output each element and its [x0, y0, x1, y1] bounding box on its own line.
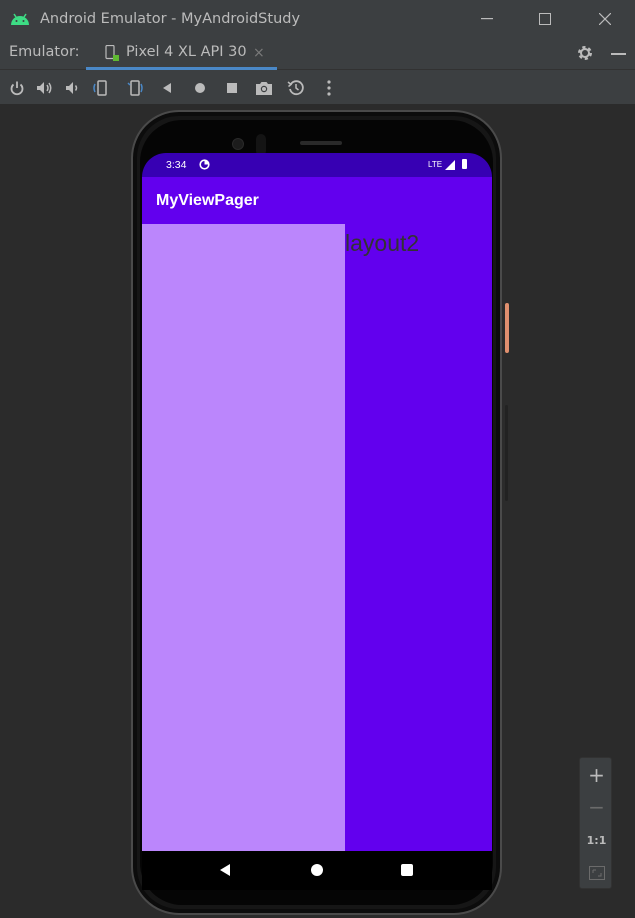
power-icon: [10, 81, 24, 96]
status-bar: 3:34 LTE: [142, 153, 492, 177]
android-icon: [11, 13, 29, 25]
status-network: LTE: [428, 160, 443, 169]
screenshot-icon: [256, 82, 272, 95]
back-button[interactable]: [158, 79, 176, 97]
minimize-button[interactable]: [464, 0, 510, 37]
home-button[interactable]: [191, 79, 209, 97]
overview-icon: [227, 83, 237, 93]
maximize-icon: [539, 12, 551, 25]
window-title-bar: Android Emulator - MyAndroidStudy: [0, 0, 635, 37]
close-button[interactable]: [582, 0, 628, 37]
zoom-panel: + − 1:1: [579, 757, 612, 889]
front-camera: [232, 138, 244, 150]
device-icon: [105, 45, 119, 61]
window-title: Android Emulator - MyAndroidStudy: [40, 10, 301, 27]
pager-page-1[interactable]: [142, 224, 345, 851]
app-title: MyViewPager: [156, 192, 259, 209]
zoom-out-button[interactable]: −: [580, 791, 613, 823]
zoom-actual-size-button[interactable]: 1:1: [580, 824, 613, 856]
earpiece-speaker: [300, 141, 342, 145]
close-icon: [599, 12, 611, 25]
overview-button[interactable]: [223, 79, 241, 97]
more-icon: [327, 80, 331, 96]
device-screen[interactable]: 3:34 LTE MyViewPager layout2: [142, 153, 492, 890]
volume-down-icon: [66, 82, 78, 94]
volume-down-button[interactable]: [63, 79, 81, 97]
volume-up-button[interactable]: [36, 79, 54, 97]
emulator-tab-row: Emulator: Pixel 4 XL API 30 ×: [0, 37, 635, 70]
data-saver-icon: [199, 159, 210, 170]
tab-pixel-4-xl[interactable]: Pixel 4 XL API 30 ×: [86, 37, 277, 70]
tab-close-icon[interactable]: ×: [253, 45, 265, 61]
maximize-button[interactable]: [522, 0, 568, 37]
zoom-fit-button[interactable]: [580, 857, 613, 889]
zoom-in-button[interactable]: +: [580, 759, 613, 791]
pager-page-2[interactable]: layout2: [345, 224, 492, 851]
battery-icon: [462, 159, 467, 169]
page-2-label: layout2: [345, 230, 420, 256]
status-time: 3:34: [166, 159, 187, 171]
snapshot-icon: [287, 80, 304, 96]
nav-home-icon[interactable]: [311, 864, 323, 876]
nav-back-icon[interactable]: [219, 864, 231, 876]
rotate-left-icon: [93, 80, 107, 96]
nav-recents-icon[interactable]: [401, 864, 413, 876]
home-icon: [195, 83, 205, 93]
more-button[interactable]: [320, 79, 338, 97]
back-icon: [163, 83, 171, 93]
volume-up-icon: [37, 82, 52, 94]
rotate-right-button[interactable]: [126, 79, 144, 97]
device-volume-key[interactable]: [505, 405, 508, 501]
signal-icon: [445, 160, 455, 170]
rotate-right-icon: [127, 80, 143, 96]
device-power-key[interactable]: [505, 303, 509, 353]
emulator-label: Emulator:: [9, 44, 80, 60]
minimize-icon: [481, 17, 493, 19]
system-nav-bar: [142, 851, 492, 890]
hide-panel-icon[interactable]: [611, 53, 626, 55]
rotate-left-button[interactable]: [92, 79, 110, 97]
screenshot-button[interactable]: [255, 79, 273, 97]
fit-screen-icon: [588, 866, 605, 880]
snapshot-button[interactable]: [287, 79, 305, 97]
emulator-toolbar: [0, 70, 635, 105]
tab-label: Pixel 4 XL API 30: [126, 44, 247, 60]
power-button[interactable]: [8, 79, 26, 97]
gear-icon[interactable]: [576, 44, 594, 62]
view-pager[interactable]: layout2: [142, 224, 492, 851]
app-bar: MyViewPager: [142, 177, 492, 224]
